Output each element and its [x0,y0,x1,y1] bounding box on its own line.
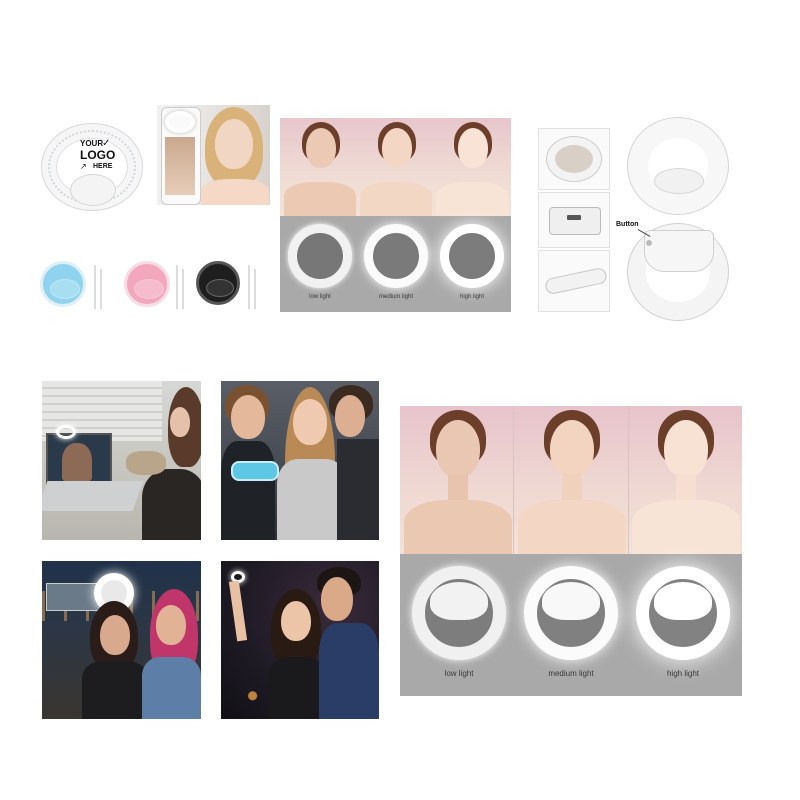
front-clip [654,168,704,194]
logo-text-your: YOUR [80,139,104,148]
button-callout-label: Button [616,221,639,228]
phone-selfie-photo [157,105,270,205]
label-low-light: low light [444,669,474,678]
strip-divider [628,406,629,554]
woman-right-jacket [142,657,201,719]
colour-ring-products [38,255,270,315]
clip-medium-light [542,582,600,620]
black-ring-clip [206,279,234,297]
back-clip [644,230,714,272]
ring-clip [70,174,116,206]
model-shoulders-low [284,182,356,216]
man-right-body [337,439,379,540]
model-face-high [664,420,708,478]
blue-ring-clip [50,279,80,299]
model-neck-low [448,474,468,500]
model-shoulders-low [404,500,512,554]
usb-cable [100,269,102,309]
clip-side-view [544,266,608,296]
clip-high-light [654,582,712,620]
woman-face [170,407,190,437]
model-neck-medium [562,474,582,500]
woman-face [281,601,311,641]
model-face-low [306,128,336,168]
usb-port [549,207,601,235]
model-face-medium [382,128,412,168]
woman-body [142,469,201,540]
ring-front-back [618,112,738,324]
brightness-comparison-large: low light medium light high light [400,406,742,696]
usb-cable [254,269,256,309]
bag-on-table [126,451,166,475]
woman-dress [269,657,325,719]
screen-person [62,443,92,481]
man-face [321,577,353,621]
phone-screen-portrait [165,137,195,195]
man-shirt [319,623,379,719]
model-shoulders-medium [360,182,432,216]
usb-cable [248,265,250,309]
woman-shoulders [201,179,269,205]
man-left-body [221,441,275,540]
usb-cable [94,265,96,309]
clip-low-light [430,582,488,620]
usb-cable [182,269,184,309]
laptop-keyboard [42,481,144,511]
model-shoulders-medium [518,500,626,554]
label-low-light: low light [309,294,331,300]
brightness-comparison-small: low light medium light high light [280,118,511,312]
label-medium-light: medium light [378,294,413,300]
phone-with-blue-ring [231,461,279,481]
model-neck-high [676,474,696,500]
model-face-medium [550,420,594,478]
strip-divider [513,406,514,554]
clip-closeup [547,137,601,181]
woman-center-face [293,399,327,445]
label-high-light: high light [666,669,700,678]
woman-left-face [100,615,130,655]
arrow-icon: ↗ [80,162,87,171]
raised-arm [228,580,248,642]
ring-on-laptop [56,425,76,439]
man-right-face [335,395,365,437]
ring-light-on-phone [165,111,195,133]
clip-detail-top [538,128,610,190]
ring-low-light [288,224,352,288]
label-high-light: high light [459,294,485,300]
ring-high-light [440,224,504,288]
man-left-face [231,395,265,439]
woman-face [215,119,253,169]
pink-ring-clip [134,279,164,299]
model-shoulders-high [436,182,508,216]
clip-detail-bottom [538,250,610,312]
ring-medium-light [364,224,428,288]
logo-text-here: HERE [93,163,113,170]
ring-front-view [628,118,728,214]
label-medium-light: medium light [548,669,594,678]
laptop-video-call-photo [42,381,201,540]
woman-right-face [156,605,186,645]
model-shoulders-high [632,500,740,554]
power-button [646,240,652,246]
clip-detail-middle [538,192,610,248]
group-selfie-photo [221,381,379,540]
port-slot [567,215,581,220]
logo-text-logo: LOGO [80,148,116,162]
logo-ring-product: YOUR ✓ LOGO ↗ HERE [40,122,144,212]
party-couple-photo [221,561,379,719]
night-street-selfie-photo [42,561,201,719]
woman-left-body [82,661,148,719]
model-face-low [436,420,480,478]
model-face-high [458,128,488,168]
usb-cable [176,265,178,309]
